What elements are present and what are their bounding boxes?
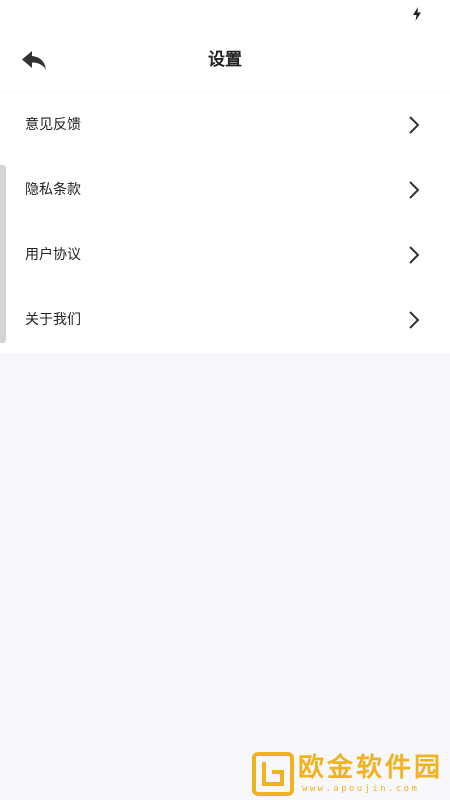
watermark-brand: 欧金软件园 (298, 753, 444, 783)
settings-item-feedback[interactable]: 意见反馈 (0, 93, 450, 158)
watermark: 欧金软件园 www.apoujin.com (250, 750, 445, 798)
header: 设置 (0, 28, 450, 92)
side-handle[interactable] (0, 165, 6, 343)
watermark-url: www.apoujin.com (302, 784, 420, 794)
settings-item-label: 用户协议 (25, 247, 81, 263)
watermark-logo-icon (252, 752, 294, 796)
settings-item-label: 关于我们 (25, 312, 81, 328)
page-title: 设置 (208, 50, 242, 70)
settings-item-about[interactable]: 关于我们 (0, 288, 450, 353)
settings-item-privacy[interactable]: 隐私条款 (0, 158, 450, 223)
battery-charging-icon (413, 7, 421, 21)
chevron-right-icon (409, 181, 420, 199)
chevron-right-icon (409, 116, 420, 134)
status-bar (0, 0, 450, 28)
settings-item-label: 意见反馈 (25, 117, 81, 133)
settings-item-label: 隐私条款 (25, 182, 81, 198)
chevron-right-icon (409, 246, 420, 264)
chevron-right-icon (409, 311, 420, 329)
settings-item-user-agreement[interactable]: 用户协议 (0, 223, 450, 288)
settings-list: 意见反馈 隐私条款 用户协议 关于我们 (0, 93, 450, 353)
